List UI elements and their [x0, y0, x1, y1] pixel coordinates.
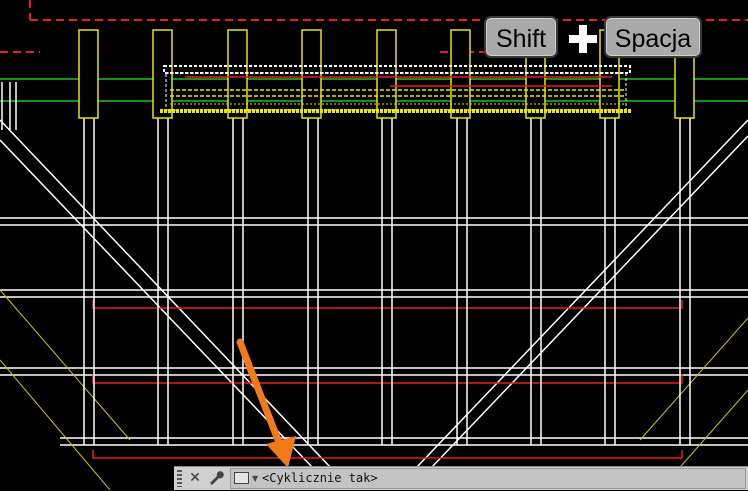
command-prompt-icon[interactable] — [234, 472, 249, 484]
command-input[interactable]: ▼ <Cyklicznie tak> — [230, 468, 746, 489]
chevron-down-icon[interactable]: ▼ — [252, 474, 258, 483]
space-key-badge: Spacja — [604, 16, 702, 58]
annotation-arrow — [236, 338, 296, 468]
horizontal-beams — [0, 217, 748, 446]
yellow-diagonals — [0, 289, 748, 490]
red-brackets — [92, 300, 683, 459]
shift-key-badge: Shift — [484, 16, 558, 58]
plus-icon — [569, 25, 597, 53]
diagonal-braces — [0, 119, 748, 490]
command-prompt-text: <Cyklicznie tak> — [262, 471, 378, 485]
close-icon[interactable]: ✕ — [186, 469, 204, 488]
left-edge-lines — [1, 82, 17, 130]
drag-handle[interactable] — [177, 470, 182, 487]
command-line-bar: ✕ ▼ <Cyklicznie tak> — [174, 466, 748, 490]
vertical-posts — [83, 118, 691, 445]
wrench-icon[interactable] — [207, 469, 225, 488]
cad-drawing-canvas[interactable] — [0, 0, 748, 490]
